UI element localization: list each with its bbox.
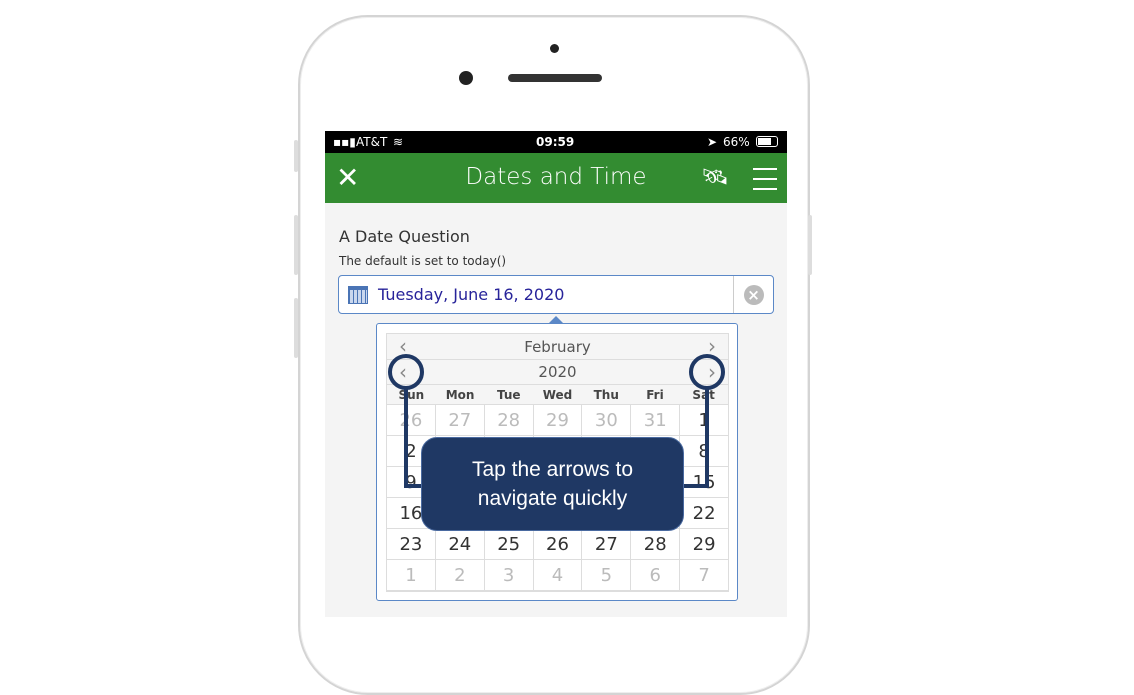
status-bar: ▪▪▮ AT&T ≋ 09:59 ➤ 66% bbox=[325, 131, 787, 153]
day-cell[interactable]: 22 bbox=[680, 498, 729, 528]
date-value: Tuesday, June 16, 2020 bbox=[378, 285, 565, 304]
weekday-label: Wed bbox=[542, 388, 573, 402]
day-cell[interactable]: 25 bbox=[484, 529, 534, 559]
highlight-ring-prev bbox=[388, 354, 424, 390]
day-cell[interactable]: 6 bbox=[631, 560, 681, 590]
month-label: February bbox=[524, 337, 591, 356]
day-cell[interactable]: 4 bbox=[533, 560, 583, 590]
phone-power-button bbox=[808, 215, 812, 275]
connector-line-right bbox=[705, 389, 709, 488]
battery-icon bbox=[756, 136, 778, 147]
weekday-header: Sun Mon Tue Wed Thu Fri Sat bbox=[387, 385, 728, 405]
date-input[interactable]: Tuesday, June 16, 2020 × bbox=[338, 275, 774, 314]
weekday-label: Mon bbox=[445, 388, 475, 402]
day-cell[interactable]: 26 bbox=[533, 529, 583, 559]
phone-camera bbox=[459, 71, 473, 85]
weekday-label: Thu bbox=[593, 388, 619, 402]
clock: 09:59 bbox=[536, 135, 575, 149]
signal-icon: ▪▪▮ bbox=[333, 135, 356, 149]
connector-line-left bbox=[404, 389, 408, 488]
phone-volume-down bbox=[294, 298, 298, 358]
year-label: 2020 bbox=[538, 363, 577, 381]
day-cell[interactable]: 28 bbox=[631, 529, 681, 559]
weekday-label: Tue bbox=[497, 388, 521, 402]
year-row: ‹ 2020 › bbox=[387, 360, 728, 385]
question-hint: The default is set to today() bbox=[339, 254, 507, 268]
phone-speaker bbox=[508, 74, 602, 82]
day-cell[interactable]: 3 bbox=[484, 560, 534, 590]
location-icon: ➤ bbox=[707, 135, 718, 149]
hamburger-icon[interactable] bbox=[753, 168, 777, 198]
day-cell[interactable]: 2 bbox=[435, 560, 485, 590]
weekday-label: Fri bbox=[646, 388, 664, 402]
phone-mute-switch bbox=[294, 140, 298, 172]
satellite-icon[interactable]: 🛰 bbox=[701, 165, 729, 190]
day-cell[interactable]: 27 bbox=[582, 529, 632, 559]
calendar-week-row: 1234567 bbox=[387, 560, 729, 591]
day-cell[interactable]: 26 bbox=[387, 405, 436, 435]
highlight-ring-next bbox=[689, 354, 725, 390]
month-row: ‹ February › bbox=[387, 334, 728, 360]
day-cell[interactable]: 23 bbox=[387, 529, 436, 559]
connector-line-left-h bbox=[404, 484, 422, 488]
battery-percent: 66% bbox=[723, 135, 750, 149]
day-cell[interactable]: 28 bbox=[484, 405, 534, 435]
calendar-week-row: 23 24 25 26 27 28 29 bbox=[387, 529, 729, 560]
day-cell[interactable]: 31 bbox=[631, 405, 681, 435]
question-label: A Date Question bbox=[339, 227, 470, 246]
day-cell[interactable]: 30 bbox=[582, 405, 632, 435]
day-cell[interactable]: 27 bbox=[435, 405, 485, 435]
callout-box: Tap the arrows to navigate quickly bbox=[421, 437, 684, 531]
wifi-icon: ≋ bbox=[393, 135, 404, 149]
day-cell[interactable]: 5 bbox=[582, 560, 632, 590]
phone-volume-up bbox=[294, 215, 298, 275]
calendar-week-row: 2627282930311 bbox=[387, 405, 729, 436]
connector-line-right-h bbox=[684, 484, 708, 488]
clear-icon: × bbox=[743, 284, 764, 305]
day-cell[interactable]: 7 bbox=[680, 560, 729, 590]
calendar-icon[interactable] bbox=[348, 286, 368, 304]
day-cell[interactable]: 29 bbox=[533, 405, 583, 435]
day-cell[interactable]: 24 bbox=[435, 529, 485, 559]
app-header: ✕ Dates and Time 🛰 bbox=[325, 153, 787, 203]
carrier: AT&T bbox=[356, 135, 388, 149]
clear-button[interactable]: × bbox=[733, 276, 773, 313]
day-cell[interactable]: 29 bbox=[680, 529, 729, 559]
day-cell[interactable]: 1 bbox=[387, 560, 436, 590]
phone-sensor bbox=[550, 44, 559, 53]
